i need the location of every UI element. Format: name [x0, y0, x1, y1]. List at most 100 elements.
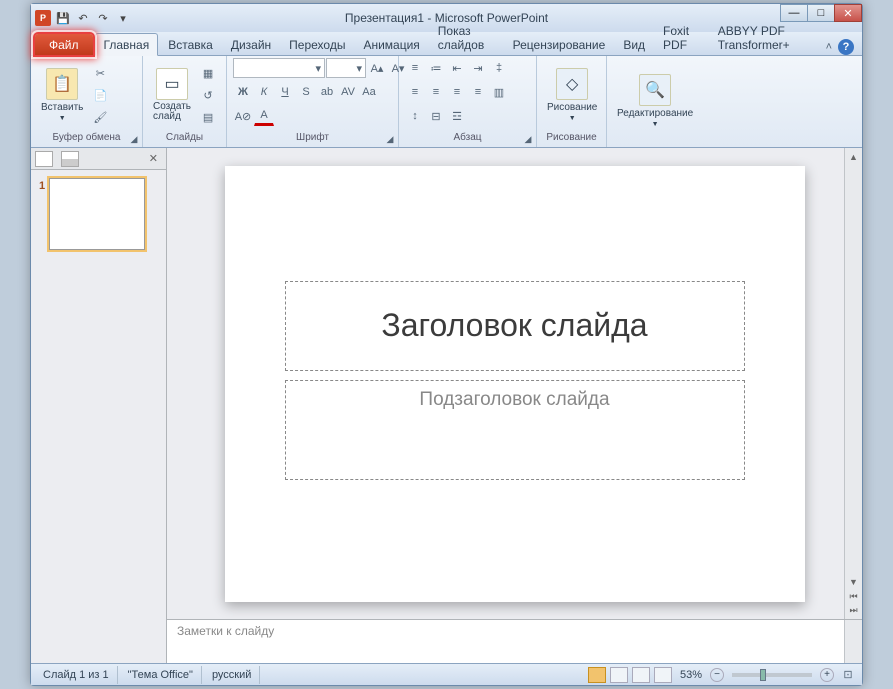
normal-view-button[interactable]: [588, 667, 606, 683]
text-direction-icon[interactable]: ↕: [405, 106, 425, 126]
edit-area: Заголовок слайда Подзаголовок слайда ▲ ▼…: [167, 148, 862, 663]
italic-icon[interactable]: К: [254, 82, 274, 102]
shadow-icon[interactable]: ab: [317, 82, 337, 102]
powerpoint-icon[interactable]: P: [35, 10, 51, 26]
font-family-dropdown[interactable]: ▾: [233, 58, 325, 78]
prev-slide-icon[interactable]: ⏮: [847, 589, 861, 603]
canvas-area[interactable]: Заголовок слайда Подзаголовок слайда ▲ ▼…: [167, 148, 862, 619]
ribbon-tabs: Файл Главная Вставка Дизайн Переходы Ани…: [31, 32, 862, 56]
layout-icon[interactable]: ▦: [198, 63, 218, 83]
status-theme[interactable]: "Тема Office": [120, 666, 202, 684]
ribbon-minimize-icon[interactable]: ˄: [826, 41, 832, 53]
tab-home[interactable]: Главная: [95, 33, 159, 56]
section-icon[interactable]: ▤: [198, 107, 218, 127]
align-left-icon[interactable]: ≡: [405, 82, 425, 102]
cut-icon[interactable]: ✂: [90, 63, 110, 83]
ribbon: 📋 Вставить ▼ ✂ 📄 🖌 Буфер обмена ◢ ▭ Созд…: [31, 56, 862, 148]
tab-foxit[interactable]: Foxit PDF: [655, 20, 708, 55]
format-painter-icon[interactable]: 🖌: [90, 107, 110, 127]
tab-animations[interactable]: Анимация: [355, 34, 427, 55]
thumbnails-tab[interactable]: [35, 151, 53, 167]
workspace: ✕ 1 Заголовок слайда Подзаголовок слайда…: [31, 148, 862, 663]
tab-view[interactable]: Вид: [615, 34, 653, 55]
columns-icon[interactable]: ▥: [489, 82, 509, 102]
line-spacing-icon[interactable]: ‡: [489, 58, 509, 78]
decrease-indent-icon[interactable]: ⇤: [447, 58, 467, 78]
strike-icon[interactable]: S: [296, 82, 316, 102]
editing-button[interactable]: 🔍 Редактирование ▼: [613, 72, 697, 130]
group-editing: 🔍 Редактирование ▼: [607, 56, 701, 147]
zoom-slider[interactable]: [732, 673, 812, 677]
slide-canvas[interactable]: Заголовок слайда Подзаголовок слайда: [225, 166, 805, 602]
thumbnail-list: 1: [31, 170, 166, 663]
align-center-icon[interactable]: ≡: [426, 82, 446, 102]
scroll-down-icon[interactable]: ▼: [847, 575, 861, 589]
notes-placeholder: Заметки к слайду: [177, 624, 274, 638]
reset-icon[interactable]: ↺: [198, 85, 218, 105]
new-slide-button[interactable]: ▭ Создать слайд: [149, 66, 195, 124]
next-slide-icon[interactable]: ⏭: [847, 603, 861, 617]
group-paragraph: ≡ ≔ ⇤ ⇥ ‡ ≡ ≡ ≡ ≡ ▥ ↕ ⊟ ☲: [399, 56, 537, 147]
zoom-in-button[interactable]: +: [820, 668, 834, 682]
font-launcher-icon[interactable]: ◢: [384, 133, 396, 145]
justify-icon[interactable]: ≡: [468, 82, 488, 102]
clipboard-launcher-icon[interactable]: ◢: [128, 133, 140, 145]
group-label-drawing: Рисование: [543, 132, 600, 145]
clear-format-icon[interactable]: A⊘: [233, 106, 253, 126]
font-size-dropdown[interactable]: ▾: [326, 58, 366, 78]
tab-review[interactable]: Рецензирование: [505, 34, 614, 55]
group-label-editing: [613, 143, 695, 145]
close-button[interactable]: ✕: [834, 4, 862, 22]
scroll-up-icon[interactable]: ▲: [847, 150, 861, 164]
copy-icon[interactable]: 📄: [90, 85, 110, 105]
status-language[interactable]: русский: [204, 666, 260, 684]
underline-icon[interactable]: Ч: [275, 82, 295, 102]
reading-view-button[interactable]: [632, 667, 650, 683]
paste-button[interactable]: 📋 Вставить ▼: [37, 66, 87, 124]
change-case-icon[interactable]: Aa: [359, 82, 379, 102]
numbering-icon[interactable]: ≔: [426, 58, 446, 78]
notes-pane[interactable]: Заметки к слайду: [167, 619, 862, 663]
slideshow-view-button[interactable]: [654, 667, 672, 683]
redo-icon[interactable]: ↷: [95, 10, 111, 26]
panel-close-icon[interactable]: ✕: [145, 152, 162, 165]
tab-abbyy[interactable]: ABBYY PDF Transformer+: [710, 20, 824, 55]
panel-tabs: ✕: [31, 148, 166, 170]
undo-icon[interactable]: ↶: [75, 10, 91, 26]
status-slide-info[interactable]: Слайд 1 из 1: [35, 666, 118, 684]
save-icon[interactable]: 💾: [55, 10, 71, 26]
paragraph-launcher-icon[interactable]: ◢: [522, 133, 534, 145]
tab-design[interactable]: Дизайн: [223, 34, 279, 55]
smartart-icon[interactable]: ☲: [447, 106, 467, 126]
slide-thumbnail[interactable]: [49, 178, 145, 250]
tab-slideshow[interactable]: Показ слайдов: [430, 20, 503, 55]
vertical-scrollbar[interactable]: ▲ ▼ ⏮ ⏭: [844, 148, 862, 619]
grow-font-icon[interactable]: A▴: [367, 58, 387, 78]
align-right-icon[interactable]: ≡: [447, 82, 467, 102]
char-spacing-icon[interactable]: AV: [338, 82, 358, 102]
zoom-percent[interactable]: 53%: [680, 669, 702, 681]
increase-indent-icon[interactable]: ⇥: [468, 58, 488, 78]
align-text-icon[interactable]: ⊟: [426, 106, 446, 126]
sorter-view-button[interactable]: [610, 667, 628, 683]
quick-access-toolbar: P 💾 ↶ ↷ ▾: [35, 10, 131, 26]
bullets-icon[interactable]: ≡: [405, 58, 425, 78]
zoom-out-button[interactable]: −: [710, 668, 724, 682]
tab-insert[interactable]: Вставка: [160, 34, 221, 55]
help-icon[interactable]: ?: [838, 39, 854, 55]
outline-tab[interactable]: [61, 151, 79, 167]
font-color-icon[interactable]: A: [254, 106, 274, 126]
zoom-thumb[interactable]: [760, 669, 766, 681]
group-label-font: Шрифт: [233, 132, 392, 145]
group-label-slides: Слайды: [149, 132, 220, 145]
fit-to-window-button[interactable]: ⊡: [838, 665, 858, 685]
qat-customize-icon[interactable]: ▾: [115, 10, 131, 26]
subtitle-placeholder[interactable]: Подзаголовок слайда: [285, 380, 745, 480]
tab-transitions[interactable]: Переходы: [281, 34, 353, 55]
notes-scrollbar[interactable]: [844, 620, 862, 663]
group-drawing: ◇ Рисование ▼ Рисование: [537, 56, 607, 147]
drawing-button[interactable]: ◇ Рисование ▼: [543, 66, 601, 124]
title-placeholder[interactable]: Заголовок слайда: [285, 281, 745, 371]
bold-icon[interactable]: Ж: [233, 82, 253, 102]
file-tab[interactable]: Файл: [35, 34, 93, 55]
